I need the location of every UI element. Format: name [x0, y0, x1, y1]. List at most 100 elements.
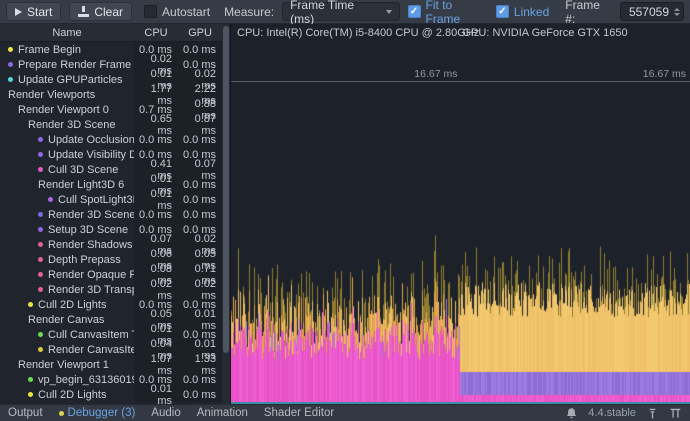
category-color-dot — [38, 272, 43, 277]
chevron-down-icon — [386, 10, 392, 14]
row-name-label: Update Occlusion Buffer — [48, 134, 134, 146]
measure-dropdown[interactable]: Frame Time (ms) — [282, 2, 399, 21]
autostart-checkbox[interactable] — [144, 5, 157, 18]
row-cpu-value: 0.01 ms — [134, 192, 178, 207]
row-name-label: Render Canvas — [28, 314, 104, 326]
frame-number-input[interactable]: 557059 — [620, 2, 684, 21]
profiler-toolbar: Start Clear Autostart Measure: Frame Tim… — [0, 0, 690, 24]
frame-number-label: Frame #: — [565, 0, 612, 26]
row-name-label: Render Shadows — [48, 239, 132, 251]
category-color-dot — [38, 287, 43, 292]
start-button-label: Start — [27, 5, 52, 19]
row-name-label: Setup 3D Scene — [48, 224, 128, 236]
row-gpu-value: 0.0 ms — [178, 42, 222, 57]
row-gpu-value: 0.0 ms — [178, 192, 222, 207]
row-name-label: Render Light3D 6 — [38, 179, 124, 191]
row-name-label: Cull SpotLight3D Shadow — [58, 194, 134, 206]
bottom-tab-shader-editor[interactable]: Shader Editor — [264, 407, 334, 419]
bottom-tab-animation[interactable]: Animation — [197, 407, 248, 419]
bottom-tab-output[interactable]: Output — [8, 407, 43, 419]
row-name-label: Render Viewports — [8, 89, 95, 101]
row-gpu-value: 1.33 ms — [178, 357, 222, 372]
clear-button[interactable]: Clear — [69, 2, 132, 21]
debugger-warning-dot — [59, 411, 64, 416]
graph-bottom-border — [231, 402, 690, 404]
column-header-gpu[interactable]: GPU — [178, 27, 222, 39]
row-name-label: Render 3D Scene — [48, 209, 134, 221]
clear-button-label: Clear — [94, 5, 123, 19]
table-row[interactable]: Cull SpotLight3D Shadow0.01 ms0.0 ms — [0, 192, 222, 207]
table-row[interactable]: Cull 2D Lights0.01 ms0.0 ms — [0, 387, 222, 402]
cpu-grid-label: 16.67 ms — [414, 68, 457, 80]
row-name-label: Cull 3D Scene — [48, 164, 118, 176]
row-cpu-value: 1.07 ms — [134, 357, 178, 372]
category-color-dot — [38, 332, 43, 337]
row-name-label: Frame Begin — [18, 44, 81, 56]
category-color-dot — [38, 242, 43, 247]
table-row[interactable]: vp_begin_6313601925120.0 ms0.0 ms — [0, 372, 222, 387]
row-cpu-value: 0.0 ms — [134, 132, 178, 147]
gpu-grid-label: 16.67 ms — [643, 68, 686, 80]
frame-number-value: 557059 — [629, 5, 669, 19]
category-color-dot — [28, 377, 33, 382]
table-row[interactable]: Render Viewport 1 1.07 ms1.33 ms — [0, 357, 222, 372]
autostart-label: Autostart — [162, 5, 210, 19]
row-name-label: Render 3D Scene — [28, 119, 115, 131]
row-cpu-value: 0.01 ms — [134, 387, 178, 402]
row-gpu-value: 0.0 ms — [178, 132, 222, 147]
row-name-label: Render Opaque Pass — [48, 269, 134, 281]
gpu-hardware-label: GPU: NVIDIA GeForce GTX 1650 — [463, 27, 628, 39]
row-name-label: Render CanvasItems — [48, 344, 134, 356]
measure-label: Measure: — [224, 5, 274, 19]
start-button[interactable]: Start — [6, 2, 61, 21]
row-gpu-value: 0.02 ms — [178, 282, 222, 297]
category-color-dot — [8, 77, 13, 82]
bottom-tab-audio[interactable]: Audio — [151, 407, 180, 419]
bottom-panel-bar: Output Debugger (3) Audio Animation Shader E… — [0, 404, 690, 421]
spin-down-icon[interactable] — [674, 13, 680, 16]
expand-bottom-panel-icon[interactable] — [669, 407, 682, 420]
table-row[interactable]: Render Canvas0.05 ms0.01 ms — [0, 312, 222, 327]
table-row[interactable]: Update Occlusion Buffer0.0 ms0.0 ms — [0, 132, 222, 147]
row-name-label: Render Viewport 0 — [18, 104, 109, 116]
row-name-label: vp_begin_631360192512 — [38, 374, 134, 386]
category-color-dot — [38, 137, 43, 142]
measure-dropdown-value: Frame Time (ms) — [290, 0, 378, 26]
row-cpu-value: 0.0 ms — [134, 207, 178, 222]
row-gpu-value: 0.0 ms — [178, 372, 222, 387]
column-header-name[interactable]: Name — [0, 27, 134, 39]
row-name-label: Update Visibility Dependencies — [48, 149, 134, 161]
table-row[interactable]: Render Light3D 60.01 ms0.0 ms — [0, 177, 222, 192]
scrollbar-thumb[interactable] — [223, 26, 229, 353]
notifications-bell-icon[interactable] — [565, 407, 578, 420]
bottom-tab-debugger-3[interactable]: Debugger (3) — [59, 407, 136, 419]
table-row[interactable]: Cull 3D Scene0.41 ms0.07 ms — [0, 162, 222, 177]
version-label[interactable]: 4.4.stable — [588, 407, 636, 419]
cpu-hardware-label: CPU: Intel(R) Core(TM) i5-8400 CPU @ 2.8… — [237, 27, 479, 39]
row-gpu-value: 0.01 ms — [178, 312, 222, 327]
table-scrollbar — [222, 24, 230, 404]
fit-to-frame-checkbox[interactable] — [408, 5, 421, 18]
category-color-dot — [8, 47, 13, 52]
clear-icon — [78, 6, 89, 17]
table-row[interactable]: Frame Begin0.0 ms0.0 ms — [0, 42, 222, 57]
linked-label: Linked — [514, 5, 549, 19]
table-row[interactable]: Render 3D Scene0.0 ms0.0 ms — [0, 207, 222, 222]
spin-up-icon[interactable] — [674, 8, 680, 11]
pin-panel-icon[interactable] — [646, 407, 659, 420]
category-color-dot — [38, 152, 43, 157]
profiler-tree-panel: Name CPU GPU Frame Begin0.0 ms0.0 msPrep… — [0, 24, 230, 404]
table-row[interactable]: Render 3D Transparent Pass0.02 ms0.02 ms — [0, 282, 222, 297]
category-color-dot — [28, 302, 33, 307]
column-header-cpu[interactable]: CPU — [134, 27, 178, 39]
godot-profiler-window: Start Clear Autostart Measure: Frame Tim… — [0, 0, 690, 421]
table-row[interactable]: Render 3D Scene0.65 ms0.87 ms — [0, 117, 222, 132]
table-header: Name CPU GPU — [0, 24, 222, 42]
category-color-dot — [38, 167, 43, 172]
row-cpu-value: 0.02 ms — [134, 282, 178, 297]
category-color-dot — [38, 212, 43, 217]
row-gpu-value: 0.0 ms — [178, 177, 222, 192]
row-name-label: Render Viewport 1 — [18, 359, 109, 371]
category-color-dot — [8, 62, 13, 67]
linked-checkbox[interactable] — [496, 5, 509, 18]
